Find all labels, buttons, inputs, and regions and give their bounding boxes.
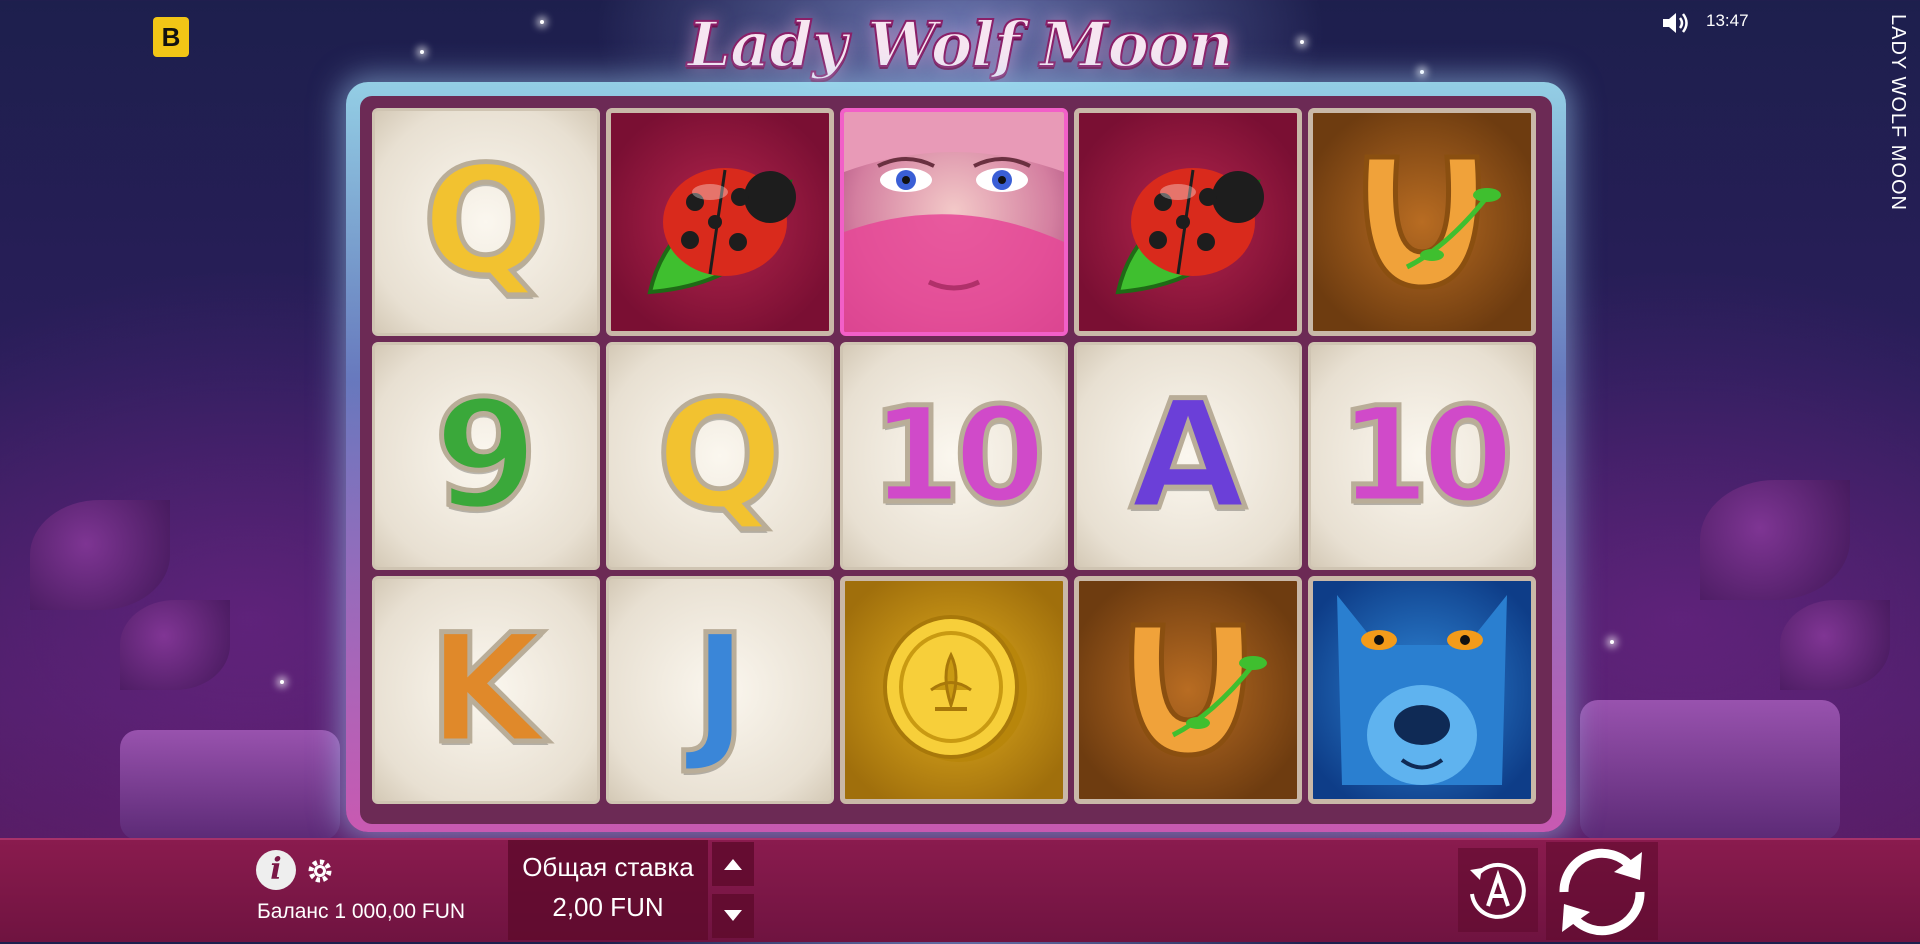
sparkle <box>1610 640 1614 644</box>
horseshoe-icon <box>1129 622 1267 758</box>
autoplay-button[interactable] <box>1458 848 1538 932</box>
sound-icon[interactable] <box>1660 10 1690 36</box>
symbol-horseshoe <box>1074 576 1302 804</box>
balance-text: Баланс 1 000,00 FUN <box>257 900 466 923</box>
symbol-letter: 10 <box>868 379 1049 533</box>
spin-button[interactable] <box>1546 842 1658 940</box>
symbol-horseshoe <box>1308 108 1536 336</box>
sparkle <box>1300 40 1304 44</box>
total-bet-label: Общая ставка <box>522 852 694 882</box>
gold-coin-icon <box>883 615 1027 762</box>
arrow-down-icon <box>724 910 742 921</box>
horseshoe-icon <box>1363 154 1501 290</box>
background-foliage <box>30 500 170 610</box>
symbol-q: Q <box>372 108 600 336</box>
sparkle <box>420 50 424 54</box>
symbol-10: 10 <box>840 342 1068 570</box>
symbol-ladybug <box>606 108 834 336</box>
symbol-j: J <box>606 576 834 804</box>
increase-bet-button[interactable] <box>712 842 754 886</box>
symbol-10: 10 <box>1308 342 1536 570</box>
symbol-coin <box>840 576 1068 804</box>
symbol-letter: Q <box>420 135 552 309</box>
reel-grid: Q 9 Q 10 A 10 K J <box>372 108 1540 808</box>
gear-icon[interactable] <box>306 857 334 885</box>
wolf-icon <box>1337 595 1507 785</box>
background-foliage <box>1700 480 1850 600</box>
symbol-letter: 9 <box>431 369 540 543</box>
brand-logo[interactable]: B <box>153 17 189 57</box>
sparkle <box>280 680 284 684</box>
symbol-q: Q <box>606 342 834 570</box>
background-foliage <box>1780 600 1890 690</box>
symbol-lady <box>840 108 1068 336</box>
background-rock <box>120 730 340 840</box>
sparkle <box>1420 70 1424 74</box>
background-foliage <box>120 600 230 690</box>
symbol-letter: J <box>690 603 751 777</box>
symbol-a: A <box>1074 342 1302 570</box>
side-game-title: LADY WOLF MOON <box>1887 14 1909 211</box>
symbol-9: 9 <box>372 342 600 570</box>
spin-icon <box>1559 848 1645 936</box>
symbol-ladybug <box>1074 108 1302 336</box>
sparkle <box>540 20 544 24</box>
symbol-letter: A <box>1127 369 1248 543</box>
symbol-letter: Q <box>654 369 786 543</box>
background-rock <box>1580 700 1840 840</box>
ladybug-icon <box>647 168 796 295</box>
symbol-letter: 10 <box>1336 379 1517 533</box>
total-bet-value: 2,00 FUN <box>552 892 664 922</box>
autoplay-icon <box>1470 862 1526 919</box>
arrow-up-icon <box>724 859 742 870</box>
game-title: Lady Wolf Moon <box>687 7 1235 82</box>
lady-face-icon <box>844 112 1064 332</box>
ladybug-icon <box>1115 168 1264 295</box>
info-icon[interactable]: i <box>256 850 296 890</box>
clock: 13:47 <box>1706 11 1749 30</box>
symbol-wolf <box>1308 576 1536 804</box>
decrease-bet-button[interactable] <box>712 894 754 938</box>
symbol-letter: K <box>425 603 546 777</box>
symbol-k: K <box>372 576 600 804</box>
